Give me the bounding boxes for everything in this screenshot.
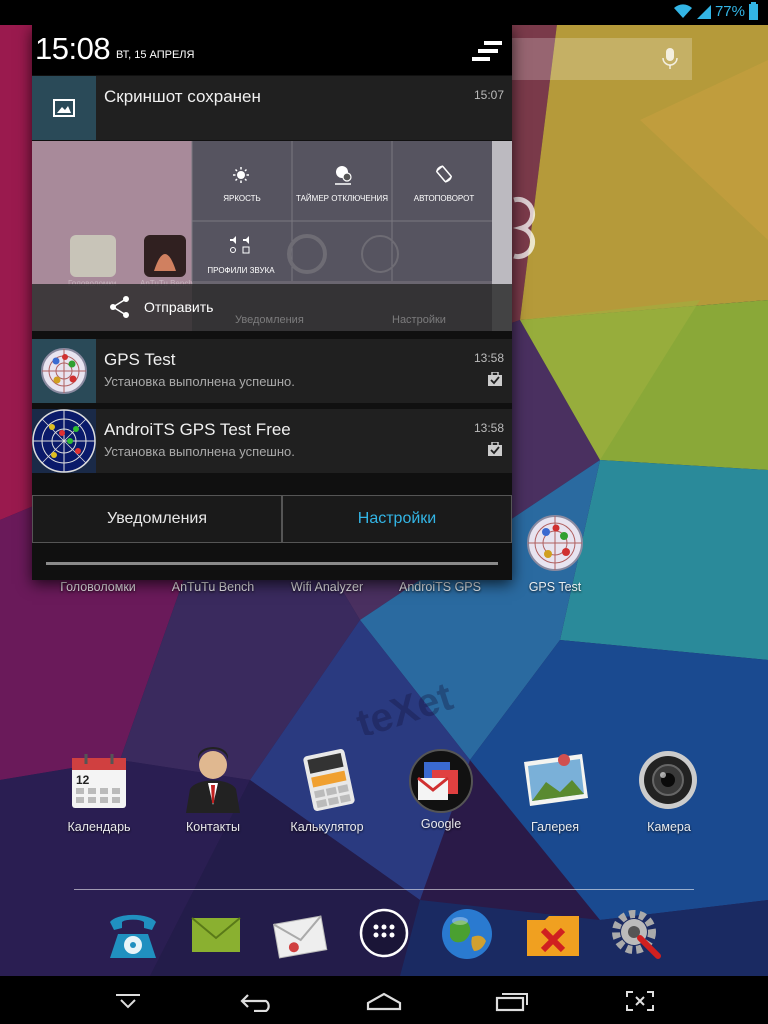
notification-screenshot[interactable]: Скриншот сохранен 15:07 [32, 76, 512, 140]
google-search-bar[interactable] [512, 38, 692, 80]
notif-text: Установка выполнена успешно. [104, 444, 295, 459]
texet-logo: teXet [351, 675, 458, 735]
tab-notifications[interactable]: Уведомления [32, 495, 282, 543]
app-label-wifi-analyzer: Wifi Analyzer [290, 580, 364, 594]
shade-header: 15:08 ВТ, 15 АПРЕЛЯ [32, 25, 512, 75]
install-complete-icon [488, 442, 502, 456]
shade-clock: 15:08 [35, 31, 111, 66]
settings-gear-icon[interactable] [608, 906, 664, 962]
quick-settings-toggle-icon[interactable] [472, 39, 504, 63]
app-label-androits-gps: AndroiTS GPS [399, 580, 481, 594]
recent-apps-icon [495, 993, 528, 1012]
clock-widget-icon [512, 196, 536, 260]
notif-title: AndroiTS GPS Test Free [104, 420, 291, 439]
google-folder-icon[interactable] [408, 748, 474, 814]
calendar-app-icon[interactable]: 12 [68, 750, 130, 812]
notif-title: GPS Test [104, 350, 176, 369]
image-icon [53, 99, 75, 117]
brightness-icon [233, 167, 249, 183]
app-label-calendar[interactable]: Календарь [41, 820, 157, 834]
shade-tabs: Уведомления Настройки [32, 495, 512, 543]
screenshot-preview[interactable]: ЯРКОСТЬ ТАЙМЕР ОТКЛЮЧЕНИЯ АВТОПОВОРОТ ПР… [32, 141, 512, 331]
shade-drag-handle[interactable] [46, 562, 498, 565]
preview-ghost-notifications: Уведомления [235, 314, 304, 326]
gps-test-app-icon[interactable] [526, 514, 584, 572]
auto-rotate-icon [436, 165, 452, 183]
battery-percent: 77% [714, 2, 745, 20]
app-label-puzzles: Головоломки [60, 580, 136, 594]
calculator-app-icon[interactable] [298, 748, 360, 812]
app-label-google[interactable]: Google [383, 817, 499, 831]
notification-gps-test[interactable]: GPS Test Установка выполнена успешно. 13… [32, 339, 512, 403]
messaging-app-icon[interactable] [270, 910, 330, 962]
gallery-app-icon[interactable] [520, 752, 590, 808]
all-apps-icon[interactable] [358, 907, 410, 959]
status-bar: 77% [0, 0, 768, 25]
wifi-icon [673, 4, 692, 18]
share-action[interactable]: Отправить Уведомления Настройки [32, 284, 512, 331]
notif-time: 15:07 [473, 88, 504, 102]
tile-label-auto-rotate: АВТОПОВОРОТ [413, 194, 475, 203]
mic-icon[interactable] [662, 48, 678, 70]
back-icon [240, 994, 270, 1012]
androits-gps-icon [32, 409, 96, 473]
app-label-antutu: AnTuTu Bench [171, 580, 255, 594]
tile-label-sleep-timer: ТАЙМЕР ОТКЛЮЧЕНИЯ [295, 194, 389, 203]
app-label-calculator[interactable]: Калькулятор [269, 820, 385, 834]
shade-date: ВТ, 15 АПРЕЛЯ [116, 49, 195, 61]
notif-time: 13:58 [473, 421, 504, 435]
app-label-camera[interactable]: Камера [611, 820, 727, 834]
screenshot-icon [626, 991, 654, 1011]
preview-ghost-settings: Настройки [392, 314, 446, 326]
app-label-gps-test[interactable]: GPS Test [497, 580, 613, 594]
tile-label-brightness: ЯРКОСТЬ [223, 194, 261, 203]
notification-shade: 15:08 ВТ, 15 АПРЕЛЯ Скриншот сохранен 15… [32, 25, 512, 580]
contacts-app-icon[interactable] [182, 745, 244, 813]
screenshot-notif-icon [32, 76, 96, 140]
battery-icon [749, 2, 758, 20]
share-label: Отправить [144, 299, 214, 315]
signal-icon [696, 5, 711, 19]
app-label-gallery[interactable]: Галерея [497, 820, 613, 834]
share-icon [110, 296, 129, 318]
phone-app-icon[interactable] [104, 908, 162, 962]
home-icon [366, 992, 402, 1011]
home-button[interactable] [360, 986, 408, 1016]
file-manager-icon[interactable] [525, 910, 581, 960]
install-complete-icon [488, 372, 502, 386]
email-app-icon[interactable] [190, 914, 242, 956]
tile-label-sound-profiles: ПРОФИЛИ ЗВУКА [207, 266, 275, 275]
navigation-bar [0, 976, 768, 1024]
notification-androits-gps[interactable]: AndroiTS GPS Test Free Установка выполне… [32, 409, 512, 473]
androits-gps-notif-icon [32, 409, 96, 473]
svg-text:teXet: teXet [351, 675, 458, 735]
back-button[interactable] [232, 986, 280, 1016]
tab-settings[interactable]: Настройки [282, 495, 512, 543]
calendar-day: 12 [76, 773, 90, 787]
sound-profiles-icon [230, 236, 250, 254]
sleep-timer-icon [335, 166, 352, 185]
dock-divider [74, 889, 694, 890]
collapse-icon [116, 994, 140, 1009]
screenshot-button[interactable] [616, 986, 664, 1016]
browser-globe-icon[interactable] [440, 907, 494, 961]
app-label-contacts[interactable]: Контакты [155, 820, 271, 834]
collapse-button[interactable] [104, 986, 152, 1016]
camera-app-icon[interactable] [637, 749, 699, 811]
notif-text: Установка выполнена успешно. [104, 374, 295, 389]
gps-test-notif-icon [32, 339, 96, 403]
notif-title: Скриншот сохранен [104, 87, 261, 106]
gps-test-icon [41, 348, 87, 394]
recent-apps-button[interactable] [488, 986, 536, 1016]
notif-time: 13:58 [473, 351, 504, 365]
